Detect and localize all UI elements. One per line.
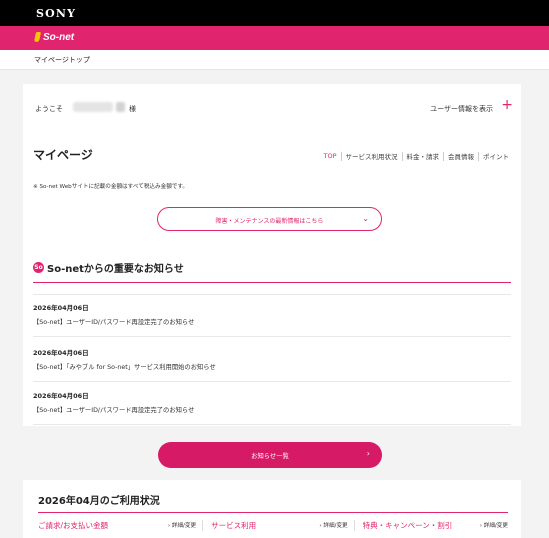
detail-change-link[interactable]: › 詳細/変更 bbox=[480, 521, 508, 529]
breadcrumb: マイページトップ bbox=[34, 56, 90, 64]
breadcrumb-bar: マイページトップ bbox=[0, 50, 549, 70]
news-alert-icon: So bbox=[33, 262, 44, 273]
mypage-tabs: TOP サービス利用状況 料金・請求 会員情報 ポイント bbox=[319, 151, 513, 161]
usage-cell-benefits: 特典・キャンペーン・割引 › 詳細/変更 bbox=[363, 520, 508, 531]
news-divider bbox=[33, 381, 511, 382]
welcome-honorific: 様 bbox=[129, 105, 136, 113]
tab-service-usage[interactable]: サービス利用状況 bbox=[342, 151, 402, 161]
news-top-divider bbox=[33, 294, 511, 295]
news-item[interactable]: 2026年04月06日 【So-net】ユーザーID/パスワード再設定完了のお知… bbox=[33, 390, 511, 414]
usage-title: 2026年04月のご利用状況 bbox=[38, 496, 160, 507]
news-heading: So So-netからの重要なお知らせ bbox=[33, 260, 184, 275]
tab-billing[interactable]: 料金・請求 bbox=[403, 151, 444, 161]
sonet-logo[interactable]: So-net bbox=[34, 31, 74, 43]
usage-divider bbox=[38, 512, 508, 513]
sonet-logo-text: So-net bbox=[43, 31, 75, 43]
chevron-right-icon: › bbox=[366, 449, 370, 458]
news-divider bbox=[33, 336, 511, 337]
page-title: マイページ bbox=[33, 148, 93, 162]
sonet-header: So-net bbox=[0, 26, 549, 50]
news-text[interactable]: 【So-net】ユーザーID/パスワード再設定完了のお知らせ bbox=[33, 405, 511, 414]
tab-points[interactable]: ポイント bbox=[479, 151, 513, 161]
usage-category: 特典・キャンペーン・割引 bbox=[362, 520, 453, 530]
sony-header: SONY bbox=[0, 0, 549, 26]
welcome-panel: ようこそ 様 ユーザー情報を表示 + bbox=[23, 84, 521, 132]
news-date: 2026年04月06日 bbox=[33, 392, 89, 400]
plus-icon[interactable]: + bbox=[501, 98, 513, 112]
tab-top[interactable]: TOP bbox=[319, 152, 340, 160]
chevron-down-icon: ⌄ bbox=[362, 214, 369, 223]
news-item[interactable]: 2026年04月06日 【So-net】ユーザーID/パスワード再設定完了のお知… bbox=[33, 302, 511, 326]
usage-cell-billing: ご請求/お支払い金額 › 詳細/変更 bbox=[38, 519, 204, 531]
sonet-logo-icon bbox=[34, 31, 41, 43]
news-text[interactable]: 【So-net】ユーザーID/パスワード再設定完了のお知らせ bbox=[33, 317, 511, 326]
news-divider bbox=[33, 282, 511, 283]
usage-row: ご請求/お支払い金額 › 詳細/変更 サービス利用 › 詳細/変更 特典・キャン… bbox=[38, 518, 508, 532]
news-list-button[interactable]: お知らせ一覧 › bbox=[158, 442, 382, 468]
news-date: 2026年04月06日 bbox=[33, 304, 89, 312]
news-divider bbox=[33, 424, 511, 425]
sony-logo[interactable]: SONY bbox=[36, 7, 76, 20]
outage-info-label: 障害・メンテナンスの最新情報はこちら bbox=[215, 218, 324, 225]
user-name-redacted-2 bbox=[116, 102, 125, 112]
detail-change-link[interactable]: › 詳細/変更 bbox=[168, 521, 196, 529]
outage-info-button[interactable]: 障害・メンテナンスの最新情報はこちら ⌄ bbox=[157, 207, 382, 231]
detail-change-link[interactable]: › 詳細/変更 bbox=[319, 521, 347, 529]
news-list-continued: 2026年04月06日 【So-net】ユーザーID/パスワード再設定完了のお知… bbox=[23, 392, 521, 426]
usage-cell-service: サービス利用 › 詳細/変更 bbox=[211, 519, 355, 531]
user-name-redacted bbox=[73, 102, 113, 112]
usage-panel: 2026年04月のご利用状況 ご請求/お支払い金額 › 詳細/変更 サービス利用… bbox=[23, 480, 521, 538]
tax-note: ※ So-net Webサイトに記載の金額はすべて税込み金額です。 bbox=[33, 184, 189, 190]
mypage-panel: マイページ TOP サービス利用状況 料金・請求 会員情報 ポイント ※ So-… bbox=[23, 132, 521, 396]
usage-category: ご請求/お支払い金額 bbox=[38, 520, 109, 530]
news-date: 2026年04月06日 bbox=[33, 349, 89, 357]
welcome-greeting: ようこそ bbox=[35, 105, 63, 113]
usage-category: サービス利用 bbox=[211, 520, 257, 530]
news-list-label: お知らせ一覧 bbox=[251, 453, 289, 460]
news-text[interactable]: 【So-net】「みやブル for So-net」サービス利用開始のお知らせ bbox=[33, 362, 511, 371]
show-user-info-link[interactable]: ユーザー情報を表示 bbox=[430, 104, 493, 114]
news-item[interactable]: 2026年04月06日 【So-net】「みやブル for So-net」サービ… bbox=[33, 347, 511, 371]
news-title: So-netからの重要なお知らせ bbox=[47, 264, 184, 275]
tab-member-info[interactable]: 会員情報 bbox=[444, 151, 478, 161]
